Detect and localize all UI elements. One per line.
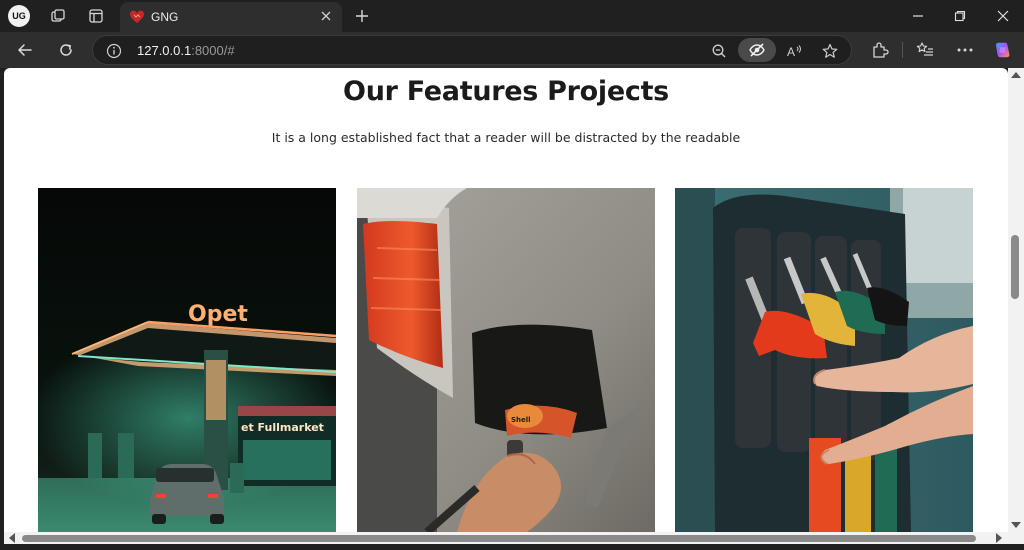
horizontal-scroll-thumb[interactable] [22,535,976,542]
url-path: :8000/# [191,43,235,58]
favorites-list-icon[interactable] [915,40,935,60]
scroll-down-arrow-icon[interactable] [1011,522,1021,528]
navigation-toolbar: 127.0.0.1:8000/# A [0,32,1024,68]
minimize-icon[interactable] [908,6,928,26]
refueling-car-image: Shell [357,188,655,532]
workspaces-icon[interactable] [48,6,68,26]
url-host: 127.0.0.1 [137,43,192,58]
svg-text:A: A [787,45,795,59]
profile-avatar[interactable]: UG [8,5,30,27]
vertical-scrollbar[interactable] [1008,68,1024,532]
fullmarket-sign-text: et Fullmarket [241,421,324,434]
url-text[interactable]: 127.0.0.1:8000/# [137,43,235,58]
nozzle-cap-text: Shell [511,416,531,424]
favorite-star-icon[interactable] [820,41,840,61]
address-bar[interactable]: 127.0.0.1:8000/# A [92,35,852,65]
project-card-gas-station[interactable]: Opet et Fullmarket [38,188,336,532]
refresh-icon[interactable] [55,39,77,61]
page-viewport: Our Features Projects It is a long estab… [4,68,1008,532]
zoom-out-icon[interactable] [709,41,729,61]
read-aloud-icon[interactable]: A [785,41,805,61]
restore-icon[interactable] [950,6,970,26]
more-menu-icon[interactable] [955,40,975,60]
tab-actions-icon[interactable] [86,6,106,26]
close-window-icon[interactable] [993,6,1013,26]
new-tab-icon[interactable] [352,6,372,26]
copilot-icon[interactable] [993,40,1013,60]
toolbar-divider [902,42,903,58]
gas-station-night-image: Opet et Fullmarket [38,188,336,532]
page-subtitle: It is a long established fact that a rea… [271,130,741,145]
project-card-refueling[interactable]: Shell [357,188,655,532]
vertical-scroll-thumb[interactable] [1011,235,1019,299]
scroll-left-arrow-icon[interactable] [9,533,15,543]
close-tab-icon[interactable] [318,8,334,24]
page-title: Our Features Projects [343,76,669,107]
tab-title: GNG [151,10,179,24]
fuel-nozzles-image [675,188,973,532]
window-bottom-edge [0,544,1024,550]
tab-bar: UG GNG [0,0,1024,32]
scroll-right-arrow-icon[interactable] [996,533,1002,543]
opet-sign-text: Opet [188,302,248,327]
scroll-up-arrow-icon[interactable] [1011,72,1021,78]
extensions-icon[interactable] [870,40,890,60]
tab-gng[interactable]: GNG [120,2,342,32]
back-icon[interactable] [14,39,36,61]
eye-slash-icon [749,43,765,57]
tracking-prevention-button[interactable] [738,38,776,62]
heart-favicon-icon [129,9,145,25]
project-card-fuel-nozzles[interactable] [675,188,973,532]
browser-window: UG GNG 127.0.0.1:8000/# A Our Features P… [0,0,1024,550]
site-info-icon[interactable] [105,42,123,60]
